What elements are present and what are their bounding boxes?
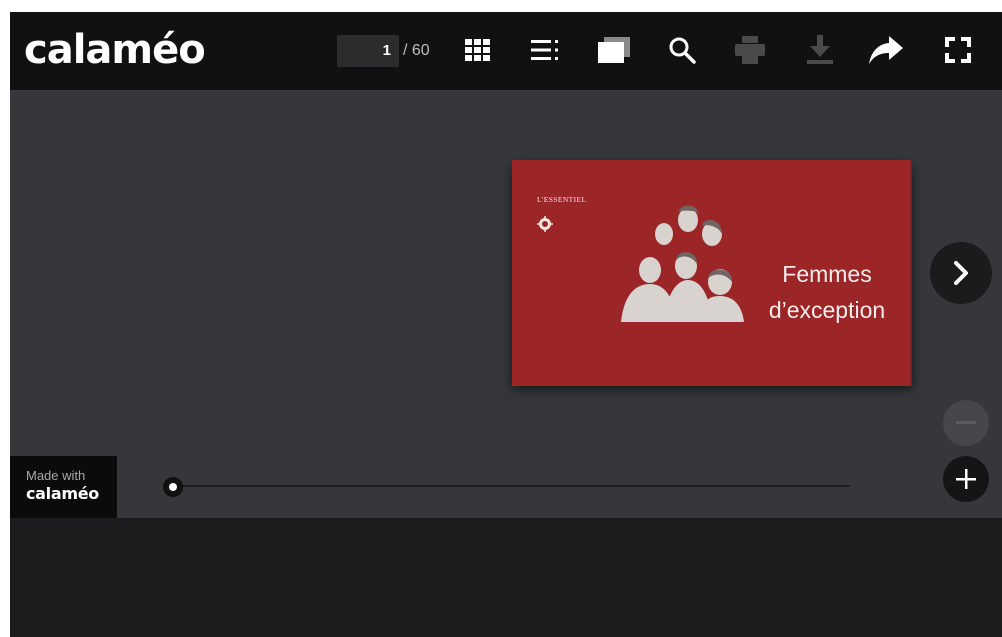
share-icon[interactable] xyxy=(868,32,904,68)
chevron-right-icon xyxy=(954,261,968,285)
top-toolbar: calaméo 1 / 60 xyxy=(10,12,1002,90)
search-icon[interactable] xyxy=(664,32,700,68)
page-slider-track[interactable] xyxy=(176,485,850,487)
cover-brand: L'ESSENTIEL xyxy=(537,195,587,204)
document-viewer: L'ESSENTIEL Femmes d’exception Made with… xyxy=(10,90,1002,518)
cover-title-line-1: Femmes xyxy=(782,261,872,287)
zoom-out-button[interactable] xyxy=(943,400,989,446)
next-page-button[interactable] xyxy=(930,242,992,304)
publication-cover[interactable]: L'ESSENTIEL Femmes d’exception xyxy=(512,160,912,386)
cover-title-line-2: d’exception xyxy=(768,297,886,323)
fullscreen-icon[interactable] xyxy=(940,32,976,68)
print-icon[interactable] xyxy=(732,32,768,68)
plus-icon xyxy=(956,469,976,489)
page-number-input[interactable]: 1 xyxy=(337,35,399,67)
made-with-calameo-badge[interactable]: Made with calaméo xyxy=(10,456,117,518)
cover-title: Femmes d’exception xyxy=(752,256,902,328)
page-slider-handle[interactable] xyxy=(163,477,183,497)
viewer-frame: calaméo 1 / 60 L'ESSENTIEL Femmes d’exce… xyxy=(10,12,1002,637)
current-page[interactable]: 1 xyxy=(383,42,391,59)
women-portraits-image xyxy=(616,204,746,324)
download-icon[interactable] xyxy=(802,32,838,68)
calameo-logo[interactable]: calaméo xyxy=(24,26,206,74)
cover-edge xyxy=(910,160,912,386)
library-icon[interactable] xyxy=(596,32,632,68)
made-with-label: Made with xyxy=(26,468,86,483)
made-with-logo: calaméo xyxy=(26,484,99,503)
emblem-icon xyxy=(537,216,553,232)
zoom-in-button[interactable] xyxy=(943,456,989,502)
total-pages: / 60 xyxy=(403,42,430,59)
thumbnails-icon[interactable] xyxy=(460,32,496,68)
table-of-contents-icon[interactable] xyxy=(527,32,563,68)
minus-icon xyxy=(956,421,976,424)
